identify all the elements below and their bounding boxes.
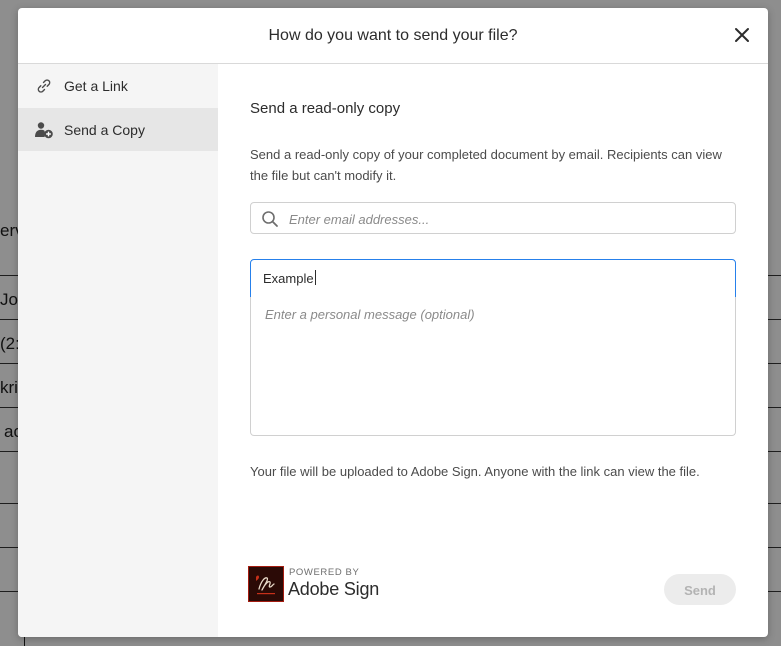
user-add-icon (34, 120, 54, 140)
dialog-title: How do you want to send your file? (268, 27, 518, 44)
background-text-fragment: (2: (0, 334, 20, 353)
subject-field[interactable]: Example (250, 259, 736, 298)
link-icon (34, 76, 54, 96)
upload-note: Your file will be uploaded to Adobe Sign… (250, 464, 700, 479)
subject-value: Example (263, 271, 314, 286)
text-cursor (314, 270, 316, 285)
send-button[interactable]: Send (664, 574, 736, 605)
adobe-sign-logo-icon (248, 566, 284, 602)
message-input[interactable] (263, 305, 727, 429)
background-text-fragment: Jo (0, 290, 18, 309)
brand-name: Adobe Sign (288, 579, 380, 599)
sidebar-item-label: Send a Copy (64, 122, 145, 138)
message-box (250, 297, 736, 436)
sidebar-item-get-a-link[interactable]: Get a Link (18, 64, 218, 107)
powered-by-label: POWERED BY (289, 567, 360, 578)
email-search-box (250, 202, 736, 234)
description-text: Send a read-only copy of your completed … (250, 147, 722, 183)
sidebar-item-send-a-copy[interactable]: Send a Copy (18, 108, 218, 151)
subject-text: Example (263, 270, 316, 286)
email-input[interactable] (287, 205, 731, 233)
dialog-header: How do you want to send your file? (18, 8, 768, 64)
close-icon[interactable] (732, 25, 752, 45)
search-icon (261, 210, 279, 228)
sidebar-item-label: Get a Link (64, 78, 128, 94)
adobe-sign-branding: POWERED BY Adobe Sign (248, 566, 448, 604)
background-text-fragment: kri (0, 378, 18, 397)
send-file-dialog: How do you want to send your file? Get a… (18, 8, 768, 637)
sidebar: Get a Link Send a Copy (18, 64, 218, 637)
section-title: Send a read-only copy (250, 100, 401, 117)
